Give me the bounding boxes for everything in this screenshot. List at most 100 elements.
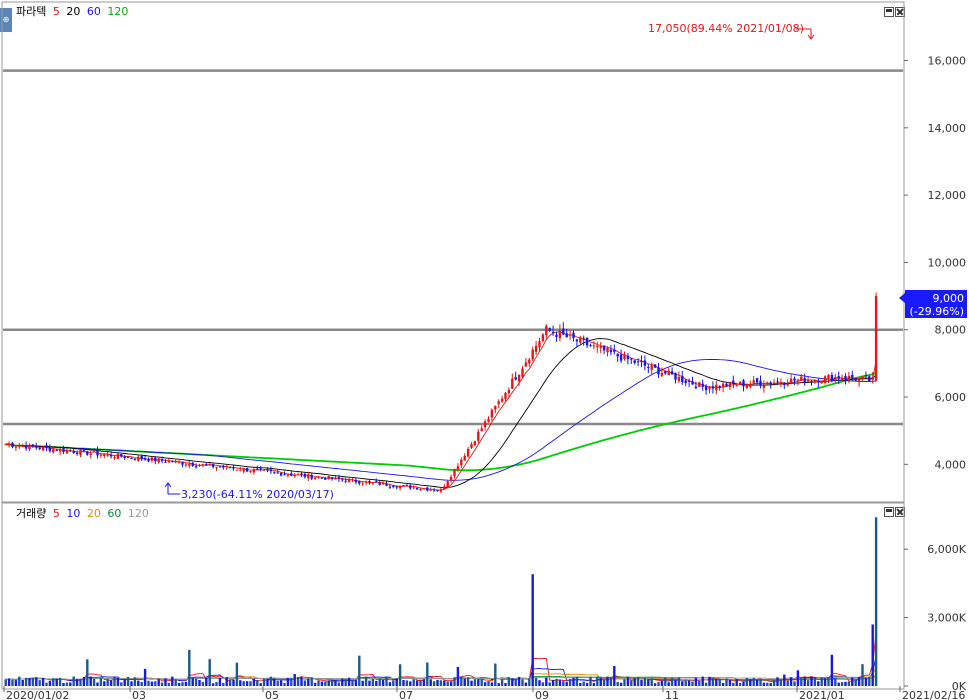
candle-body [120, 454, 123, 457]
volume-bar [487, 681, 490, 686]
candle-body [745, 384, 749, 388]
volume-bar [303, 680, 307, 686]
volume-bar [704, 682, 708, 686]
volume-bar [555, 678, 558, 686]
candle-body [436, 489, 439, 491]
volume-bar [402, 680, 405, 686]
candle-body [167, 460, 171, 463]
volume-bar [324, 681, 327, 686]
candle-body [38, 447, 41, 449]
volume-bar [160, 682, 164, 686]
candle-body [857, 377, 861, 383]
volume-bar [691, 681, 694, 686]
x-label: 07 [399, 689, 413, 700]
volume-bar [687, 680, 691, 686]
volume-bars [4, 517, 878, 686]
candle-body [793, 378, 796, 381]
volume-bar [235, 662, 239, 686]
volume-bar [215, 682, 218, 686]
candle-body [405, 484, 409, 486]
volume-bar [249, 681, 252, 686]
candle-body [456, 466, 460, 470]
candle-body [738, 381, 742, 385]
candle-body [684, 380, 687, 384]
volume-bar [854, 679, 857, 686]
x-label: 2021/02/16 [902, 689, 965, 700]
volume-bar [239, 680, 242, 686]
volume-bar [463, 678, 466, 686]
candle-body [252, 469, 256, 473]
volume-bar [225, 677, 228, 686]
candle-body [541, 334, 545, 341]
volume-bar [174, 679, 177, 686]
candle-body [803, 378, 806, 383]
volume-bar [194, 678, 198, 686]
chart-frame [1, 1, 905, 690]
x-label: 09 [535, 689, 549, 700]
candle-body [422, 488, 426, 490]
volume-bar [745, 677, 749, 686]
volume-bar [759, 679, 762, 686]
volume-bar [868, 676, 871, 686]
candle-body [317, 476, 320, 479]
candle-body [463, 455, 466, 461]
volume-bar [120, 682, 123, 686]
volume-bar [633, 678, 636, 686]
candle-body [300, 473, 303, 475]
volume-bar [126, 676, 130, 686]
candle-body [290, 473, 293, 476]
volume-bar [164, 678, 167, 686]
volume-bar [670, 677, 674, 686]
candle-body [75, 452, 79, 455]
volume-bar [460, 676, 463, 686]
candle-body [96, 450, 99, 456]
candle-body [415, 487, 419, 490]
volume-bar [45, 682, 48, 686]
candle-body [551, 331, 555, 333]
candle-body [181, 461, 184, 465]
x-label: 05 [265, 689, 279, 700]
volume-bar [793, 681, 796, 686]
candle-body [215, 466, 218, 468]
volume-bar [398, 664, 402, 686]
volume-bar [201, 681, 205, 686]
volume-bar [480, 678, 483, 686]
candle-body [41, 446, 45, 451]
volume-bar [732, 682, 735, 686]
candle-body [201, 464, 205, 466]
candle-body [810, 381, 813, 383]
volume-bar [779, 679, 783, 686]
candle-body [368, 480, 371, 482]
volume-bar [653, 683, 657, 686]
candle-body [18, 445, 21, 447]
volume-bar [517, 676, 521, 686]
candle-body [79, 449, 82, 456]
volume-bar [208, 659, 211, 686]
volume-bar [667, 682, 670, 686]
volume-bar [405, 680, 409, 686]
candle-body [704, 386, 708, 391]
candle-body [92, 451, 96, 453]
candle-body [184, 464, 188, 466]
candle-body [783, 384, 786, 386]
candle-body [701, 383, 704, 387]
price-y-label: 8,000 [935, 324, 967, 337]
candle-body [130, 458, 133, 460]
volume-bar [409, 681, 412, 686]
stock-chart[interactable]: 16,00014,00012,00010,0008,0006,0004,000 … [0, 0, 969, 700]
volume-bar [806, 680, 810, 686]
candle-body [534, 345, 538, 352]
candle-body [69, 450, 72, 452]
candle-body [361, 483, 364, 485]
volume-bar [823, 678, 827, 686]
candle-body [827, 375, 830, 379]
candle-body [483, 421, 487, 428]
volume-bar [786, 680, 789, 686]
volume-bar [228, 679, 232, 686]
volume-bar [606, 676, 609, 686]
candle-body [466, 448, 470, 457]
volume-bar [443, 680, 446, 686]
volume-bar [337, 682, 341, 686]
candle-body [660, 373, 664, 376]
candle-body [24, 445, 28, 449]
